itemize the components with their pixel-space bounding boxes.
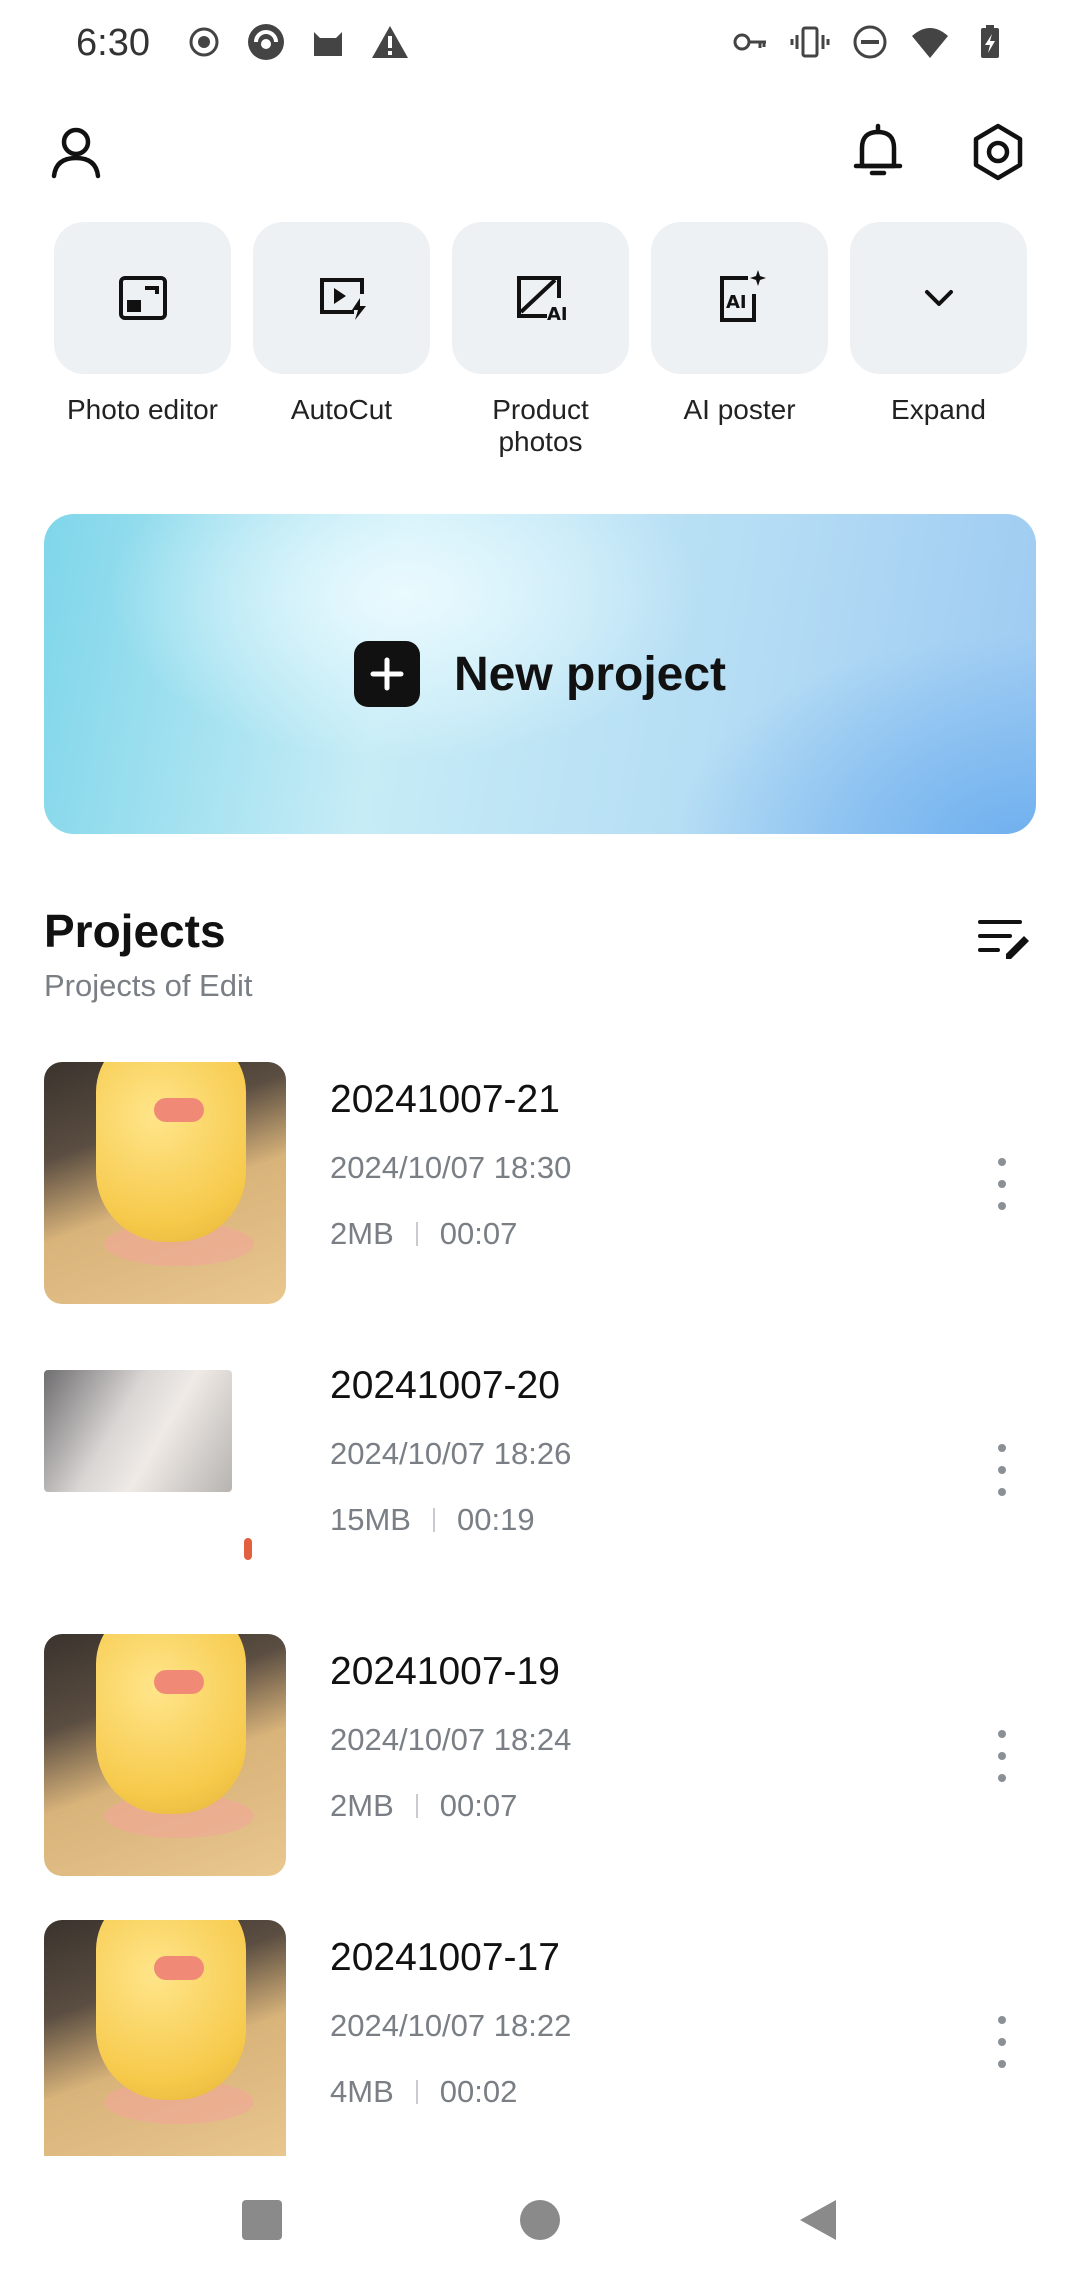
meta-divider	[415, 1222, 418, 1246]
project-size: 2MB	[330, 1788, 394, 1823]
bell-icon	[853, 123, 903, 176]
project-date: 2024/10/07 18:26	[330, 1436, 572, 1471]
project-name: 20241007-17	[330, 1936, 560, 1979]
back-button[interactable]	[788, 2190, 848, 2250]
project-duration: 00:19	[456, 1502, 535, 1537]
more-options-icon[interactable]	[992, 1158, 1012, 1210]
project-size: 2MB	[330, 1216, 394, 1251]
new-project-label: New project	[453, 647, 727, 701]
project-meta: 4MB 00:02	[330, 2074, 517, 2110]
back-triangle-icon	[800, 2200, 836, 2240]
chevron-down-icon	[924, 290, 953, 306]
new-project-button[interactable]: New project	[44, 514, 1036, 834]
tools-row: Photo editor AutoCut AI Product photos A…	[54, 222, 1027, 458]
project-duration: 00:02	[439, 2074, 518, 2109]
warning-icon	[370, 22, 410, 62]
project-duration: 00:07	[439, 1216, 518, 1251]
tool-label: Photo editor	[67, 394, 218, 425]
list-item[interactable]: 20241007-19 2024/10/07 18:24 2MB 00:07	[44, 1634, 1044, 1920]
tool-autocut[interactable]: AutoCut	[253, 222, 430, 458]
more-options-icon[interactable]	[992, 2016, 1012, 2068]
meta-divider	[415, 2080, 418, 2104]
photo-editor-icon	[118, 276, 167, 320]
status-bar: 6:30	[0, 0, 1080, 90]
tool-ai-poster[interactable]: AI AI poster	[651, 222, 828, 458]
list-item[interactable]: 20241007-20 2024/10/07 18:26 15MB 00:19	[44, 1348, 1044, 1634]
vpn-key-icon	[730, 22, 770, 62]
tool-product-photos[interactable]: AI Product photos	[452, 222, 629, 458]
settings-icon	[973, 123, 1023, 181]
record-icon	[184, 22, 224, 62]
tool-label: Product photos	[492, 394, 589, 457]
status-time: 6:30	[76, 22, 150, 64]
status-right-icons	[730, 22, 1010, 62]
recents-button[interactable]	[232, 2190, 292, 2250]
system-nav-bar	[0, 2160, 1080, 2280]
meta-divider	[432, 1508, 435, 1532]
projects-title: Projects	[44, 905, 226, 957]
autocut-icon	[319, 278, 366, 320]
tool-tile[interactable]	[850, 222, 1027, 374]
projects-subtitle: Projects of Edit	[44, 968, 253, 1003]
list-item[interactable]: 20241007-17 2024/10/07 18:22 4MB 00:02	[44, 1920, 1044, 2156]
list-item[interactable]: 20241007-21 2024/10/07 18:30 2MB 00:07	[44, 1062, 1044, 1348]
tool-photo-editor[interactable]: Photo editor	[54, 222, 231, 458]
project-meta: 2MB 00:07	[330, 1216, 517, 1252]
profile-button[interactable]	[44, 120, 108, 184]
tool-label: Expand	[891, 394, 986, 425]
product-photos-icon: AI	[516, 276, 568, 325]
app-icon	[246, 22, 286, 62]
meta-divider	[415, 1794, 418, 1818]
project-duration: 00:07	[439, 1788, 518, 1823]
project-name: 20241007-20	[330, 1364, 560, 1407]
circle-icon	[520, 2200, 560, 2240]
project-thumbnail[interactable]	[44, 1348, 286, 1590]
home-button[interactable]	[510, 2190, 570, 2250]
battery-icon	[970, 22, 1010, 62]
tool-tile[interactable]	[54, 222, 231, 374]
tool-tile[interactable]	[253, 222, 430, 374]
tool-label: AI poster	[683, 394, 796, 425]
ai-poster-icon: AI	[719, 270, 766, 322]
person-icon	[51, 127, 101, 179]
project-name: 20241007-19	[330, 1650, 560, 1693]
project-date: 2024/10/07 18:24	[330, 1722, 572, 1757]
more-options-icon[interactable]	[992, 1444, 1012, 1496]
project-size: 4MB	[330, 2074, 394, 2109]
project-thumbnail[interactable]	[44, 1634, 286, 1876]
tool-expand[interactable]: Expand	[850, 222, 1027, 458]
more-options-icon[interactable]	[992, 1730, 1012, 1782]
project-thumbnail[interactable]	[44, 1920, 286, 2156]
tool-tile[interactable]: AI	[651, 222, 828, 374]
project-size: 15MB	[330, 1502, 411, 1537]
tool-tile[interactable]: AI	[452, 222, 629, 374]
notifications-button[interactable]	[846, 120, 910, 184]
project-meta: 15MB 00:19	[330, 1502, 535, 1538]
svg-text:AI: AI	[726, 292, 747, 313]
cat-icon	[308, 22, 348, 62]
dnd-icon	[850, 22, 890, 62]
edit-list-icon	[978, 920, 1029, 959]
project-date: 2024/10/07 18:30	[330, 1150, 572, 1185]
project-name: 20241007-21	[330, 1078, 560, 1121]
status-left-icons	[184, 22, 410, 62]
wifi-icon	[910, 22, 950, 62]
project-thumbnail[interactable]	[44, 1062, 286, 1304]
svg-text:AI: AI	[547, 304, 568, 325]
manage-projects-button[interactable]	[976, 908, 1032, 964]
project-list: 20241007-21 2024/10/07 18:30 2MB 00:07 2…	[44, 1062, 1044, 2156]
square-icon	[242, 2200, 282, 2240]
tool-label: AutoCut	[290, 394, 393, 425]
settings-button[interactable]	[966, 120, 1030, 184]
vibrate-icon	[790, 22, 830, 62]
project-meta: 2MB 00:07	[330, 1788, 517, 1824]
project-date: 2024/10/07 18:22	[330, 2008, 572, 2043]
plus-icon	[353, 641, 420, 707]
